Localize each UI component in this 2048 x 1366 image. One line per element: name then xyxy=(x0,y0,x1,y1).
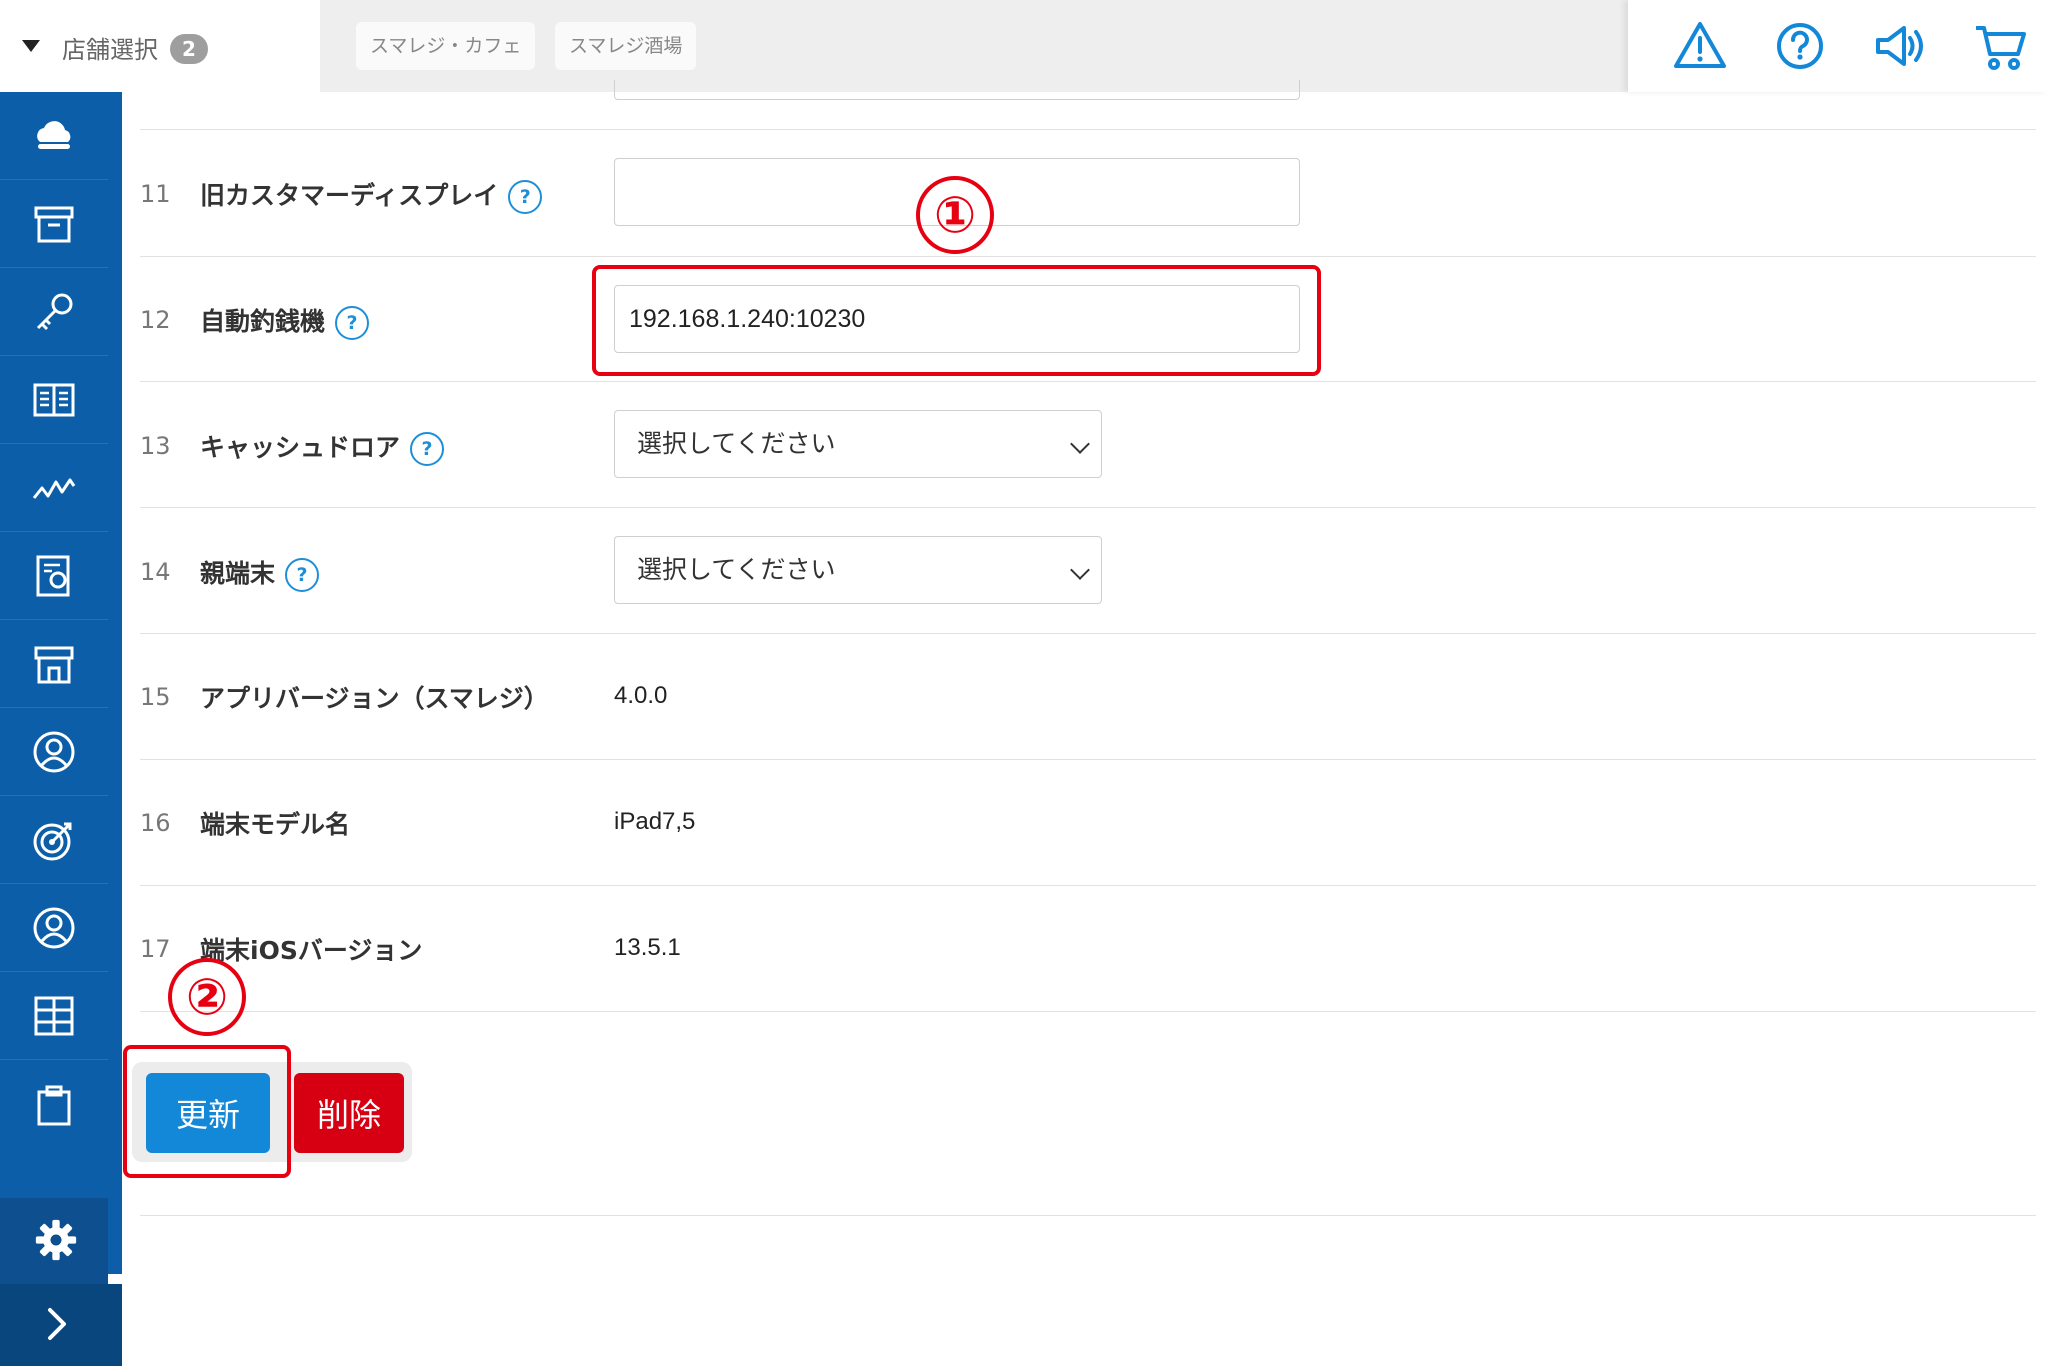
chevron-down-icon xyxy=(1070,434,1090,454)
ios-version-value: 13.5.1 xyxy=(614,934,681,961)
warning-icon[interactable] xyxy=(1672,18,1728,74)
header-actions xyxy=(1628,0,2048,92)
row-divider xyxy=(140,381,2036,382)
row-divider xyxy=(140,1011,2036,1012)
report-icon xyxy=(36,555,70,597)
annotation-highlight-1 xyxy=(592,265,1321,376)
cash-drawer-select[interactable]: 選択してください xyxy=(614,410,1102,478)
row-number: 15 xyxy=(140,683,171,711)
sidebar-item-store[interactable] xyxy=(0,620,108,708)
sidebar-item-customer[interactable] xyxy=(0,708,108,796)
device-model-value: iPad7,5 xyxy=(614,808,696,835)
clipboard-icon xyxy=(37,1085,71,1126)
row-divider xyxy=(140,507,2036,508)
help-icon[interactable]: ? xyxy=(335,306,370,340)
app-version-value: 4.0.0 xyxy=(614,682,668,709)
annotation-highlight-2 xyxy=(123,1045,291,1178)
help-icon[interactable]: ? xyxy=(508,180,543,214)
customer-icon xyxy=(33,731,75,773)
sidebar-item-grid[interactable] xyxy=(0,972,108,1060)
row-label: アプリバージョン（スマレジ） xyxy=(200,684,549,713)
sidebar-expand-button[interactable] xyxy=(0,1284,122,1366)
sidebar-item-book[interactable] xyxy=(0,356,108,444)
caret-down-icon xyxy=(22,40,40,52)
row-number: 16 xyxy=(140,809,171,837)
sidebar-item-cloud[interactable] xyxy=(0,92,108,180)
row-label: 親端末? xyxy=(200,554,320,592)
megaphone-icon[interactable] xyxy=(1872,18,1928,74)
row-label: 自動釣銭機? xyxy=(200,302,370,340)
sidebar-item-archive[interactable] xyxy=(0,180,108,268)
store-select-dropdown[interactable]: 店舗選択 2 xyxy=(0,0,321,92)
store-select-label: 店舗選択 xyxy=(62,36,158,64)
key-icon xyxy=(36,293,73,331)
previous-row-field[interactable] xyxy=(614,80,1300,100)
sidebar-item-analytics[interactable] xyxy=(0,444,108,532)
help-icon[interactable]: ? xyxy=(285,558,320,592)
help-icon[interactable]: ? xyxy=(410,432,445,466)
store-icon xyxy=(34,646,74,684)
chart-line-icon xyxy=(32,478,76,499)
row-label: 端末モデル名 xyxy=(200,810,351,839)
sidebar-item-target[interactable] xyxy=(0,796,108,884)
row-label: 端末iOSバージョン xyxy=(200,936,423,965)
sidebar-item-clipboard[interactable] xyxy=(0,1060,108,1147)
row-number: 11 xyxy=(140,180,171,208)
row-number: 17 xyxy=(140,935,171,963)
row-divider xyxy=(140,256,2036,257)
help-circle-icon[interactable] xyxy=(1772,18,1828,74)
store-tag[interactable]: スマレジ酒場 xyxy=(555,22,697,70)
sidebar xyxy=(0,92,122,1366)
annotation-step-2: ② xyxy=(168,958,246,1036)
chevron-down-icon xyxy=(1070,560,1090,580)
row-label: 旧カスタマーディスプレイ? xyxy=(200,176,543,214)
archive-box-icon xyxy=(34,206,74,243)
sidebar-item-staff[interactable] xyxy=(0,884,108,972)
gear-icon xyxy=(35,1219,77,1261)
grid-icon xyxy=(34,996,74,1036)
row-divider xyxy=(140,759,2036,760)
row-divider xyxy=(140,633,2036,634)
row-number: 12 xyxy=(140,306,171,334)
staff-icon xyxy=(33,907,75,949)
cloud-icon xyxy=(37,121,71,149)
row-label: キャッシュドロア? xyxy=(200,428,445,466)
row-divider xyxy=(140,885,2036,886)
row-number: 14 xyxy=(140,558,171,586)
store-count-badge: 2 xyxy=(170,34,208,64)
top-header: 店舗選択 2 スマレジ・カフェ スマレジ酒場 xyxy=(0,0,2048,92)
book-icon xyxy=(33,383,75,417)
delete-button[interactable]: 削除 xyxy=(294,1073,404,1153)
sidebar-item-key[interactable] xyxy=(0,268,108,356)
chevron-right-icon xyxy=(48,1308,66,1340)
annotation-step-1: ① xyxy=(916,176,994,254)
sidebar-settings[interactable] xyxy=(0,1198,108,1284)
row-divider xyxy=(140,129,2036,130)
store-tag[interactable]: スマレジ・カフェ xyxy=(356,22,536,70)
cart-icon[interactable] xyxy=(1972,18,2028,74)
row-number: 13 xyxy=(140,432,171,460)
selected-stores-bar: スマレジ・カフェ スマレジ酒場 xyxy=(320,0,1628,92)
parent-terminal-select[interactable]: 選択してください xyxy=(614,536,1102,604)
sidebar-item-report[interactable] xyxy=(0,532,108,620)
row-divider xyxy=(140,1215,2036,1216)
target-icon xyxy=(33,822,72,861)
